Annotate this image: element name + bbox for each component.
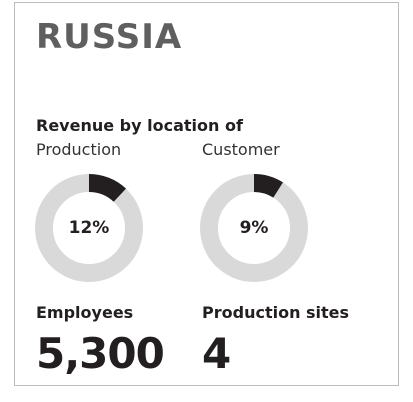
production-sites-value: 4: [202, 329, 231, 378]
production-percent: 12%: [68, 218, 110, 238]
employees-value: 5,300: [36, 329, 165, 378]
production-donut: 12%: [34, 173, 144, 283]
customer-percent: 9%: [239, 218, 269, 238]
revenue-section-title: Revenue by location of: [36, 116, 243, 135]
country-card: RUSSIA Revenue by location of Production…: [14, 2, 399, 386]
customer-donut: 9%: [199, 173, 309, 283]
production-label: Production: [36, 140, 122, 159]
production-sites-label: Production sites: [202, 303, 350, 322]
customer-label: Customer: [202, 140, 280, 159]
employees-label: Employees: [36, 303, 134, 322]
country-title: RUSSIA: [36, 17, 183, 57]
